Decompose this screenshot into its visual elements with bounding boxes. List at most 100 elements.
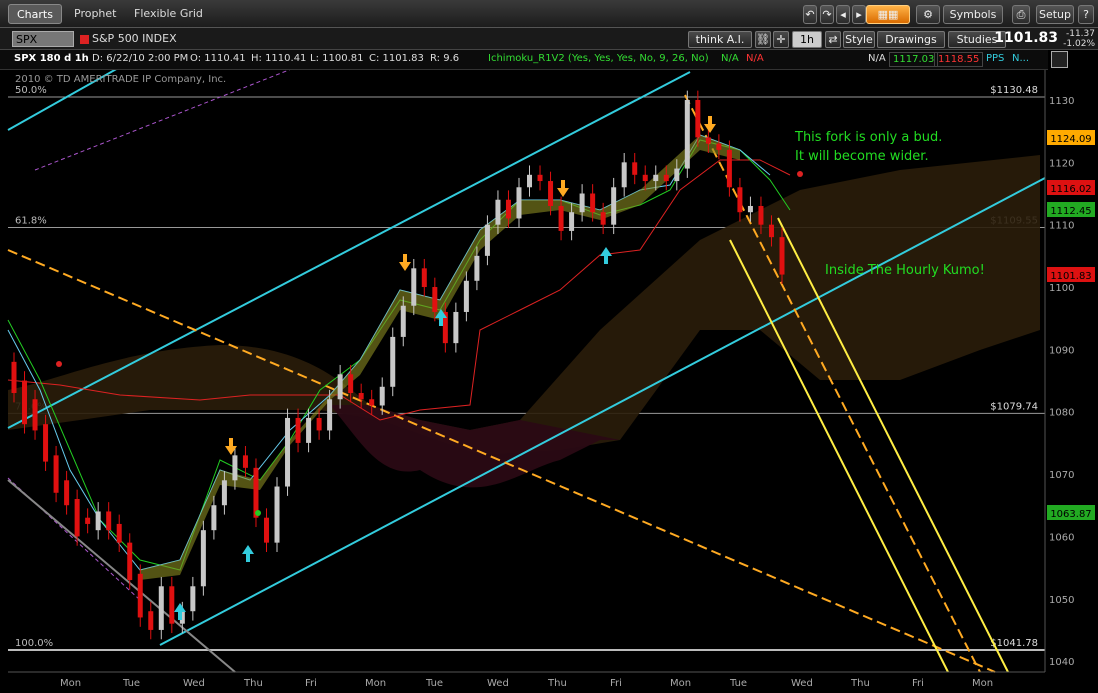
x-tick-label: Wed — [183, 678, 205, 689]
signal-dot — [797, 171, 803, 177]
x-tick-label: Mon — [670, 678, 691, 689]
candle-body — [558, 205, 564, 231]
candle-body — [716, 143, 722, 150]
chart-settings-icon[interactable] — [1051, 51, 1068, 68]
candle-body — [663, 174, 669, 182]
think-ai-button[interactable]: think A.I. — [688, 31, 752, 48]
copyright-text: 2010 © TD AMERITRADE IP Company, Inc. — [15, 74, 227, 85]
channel-line — [159, 177, 1046, 646]
fib-level-label: 61.8% — [15, 215, 47, 226]
candle-body — [579, 193, 585, 213]
candle-body — [43, 424, 49, 462]
fib-price-label: $1041.78 — [990, 638, 1038, 649]
tab-flexible-grid[interactable]: Flexible Grid — [126, 4, 211, 24]
x-tick-label: Tue — [729, 678, 747, 689]
candle-body — [463, 280, 469, 312]
top-tab-bar: Charts Prophet Flexible Grid ↶ ↷ ◂ ▸ ▦▦ … — [0, 0, 1098, 28]
y-tick-label: 1130 — [1049, 96, 1074, 107]
candle-body — [537, 174, 543, 182]
price-chart[interactable]: 50.0%$1130.4861.8%$1109.5578.6%$1079.741… — [0, 0, 1098, 693]
candle-body — [127, 542, 133, 581]
candle-body — [516, 187, 522, 219]
symbols-button[interactable]: Symbols — [943, 5, 1003, 24]
annotation-text: It will become wider. — [795, 149, 929, 164]
forward-arrow-icon[interactable]: ▸ — [852, 5, 866, 24]
candle-body — [316, 417, 322, 431]
bar-range: R: 9.6 — [430, 53, 460, 64]
compare-icon[interactable]: ⇄ — [825, 31, 841, 48]
candle-body — [379, 386, 385, 406]
bar-date: D: 6/22/10 2:00 PM — [92, 53, 189, 64]
annotation-text: This fork is only a bud. — [794, 130, 942, 145]
signal-dot — [255, 510, 261, 516]
candle-body — [726, 149, 732, 188]
back-arrow-icon[interactable]: ◂ — [836, 5, 850, 24]
last-price: 1101.83 — [994, 30, 1058, 46]
undo-icon[interactable]: ↶ — [803, 5, 817, 24]
link-icon[interactable]: ⛓ — [755, 31, 771, 48]
setup-button[interactable]: Setup — [1036, 5, 1074, 24]
tab-charts[interactable]: Charts — [8, 4, 62, 24]
study-value-3: N/A — [868, 53, 886, 64]
candle-body — [600, 212, 606, 225]
candle-body — [495, 199, 501, 225]
candle-body — [242, 455, 248, 468]
candle-body — [705, 137, 711, 144]
sell-arrow-icon — [557, 180, 569, 197]
candle-body — [306, 417, 312, 443]
x-tick-label: Thu — [547, 678, 567, 689]
grid-layout-icon[interactable]: ▦▦ — [866, 5, 910, 24]
tab-prophet[interactable]: Prophet — [66, 4, 125, 24]
x-tick-label: Fri — [610, 678, 622, 689]
buy-arrow-icon — [600, 247, 612, 264]
change-percent: -1.02% — [1063, 39, 1095, 49]
candle-body — [621, 162, 627, 188]
candle-body — [737, 187, 743, 213]
drawings-button[interactable]: Drawings — [877, 31, 945, 48]
y-tick-label: 1070 — [1049, 470, 1074, 481]
bar-open: O: 1110.41 — [190, 53, 246, 64]
candle-body — [348, 374, 354, 394]
x-tick-label: Tue — [122, 678, 140, 689]
candle-body — [53, 455, 59, 493]
candle-body — [674, 168, 680, 182]
candle-body — [400, 305, 406, 337]
candle-body — [632, 162, 638, 175]
y-tick-label: 1080 — [1049, 408, 1074, 419]
crosshair-icon[interactable]: ✛ — [773, 31, 789, 48]
candle-body — [74, 499, 80, 537]
timeframe-select[interactable]: 1h — [792, 31, 822, 48]
sell-arrow-icon — [704, 116, 716, 133]
study-info-row: SPX 180 d 1h D: 6/22/10 2:00 PM O: 1110.… — [0, 50, 1048, 70]
candle-body — [232, 455, 238, 481]
x-tick-label: Wed — [487, 678, 509, 689]
study-label: Ichimoku_R1V2 (Yes, Yes, Yes, No, 9, 26,… — [488, 53, 709, 64]
redo-icon[interactable]: ↷ — [820, 5, 834, 24]
candle-body — [106, 511, 112, 531]
candle-body — [285, 417, 291, 487]
candle-body — [527, 174, 533, 188]
annotation-text: Inside The Hourly Kumo! — [825, 263, 985, 278]
y-tick-label: 1100 — [1049, 283, 1074, 294]
candle-body — [474, 255, 480, 281]
study-value-5: 1118.55 — [934, 52, 984, 67]
symbol-input[interactable] — [12, 31, 74, 47]
candle-body — [148, 611, 154, 630]
candle-body — [453, 311, 459, 344]
print-icon[interactable]: ⎙ — [1012, 5, 1030, 24]
price-badge-label: 1101.83 — [1050, 271, 1091, 282]
style-button[interactable]: Style — [843, 31, 875, 48]
study-value-4: 1117.03 — [889, 52, 939, 67]
candle-body — [137, 573, 143, 618]
wrench-icon[interactable]: ⚙ — [916, 5, 940, 24]
help-icon[interactable]: ? — [1078, 5, 1094, 24]
symbol-color-icon — [80, 35, 89, 44]
candle-body — [85, 517, 91, 524]
candle-body — [768, 224, 774, 238]
x-tick-label: Fri — [305, 678, 317, 689]
candle-body — [64, 480, 70, 506]
price-badge-label: 1116.02 — [1050, 184, 1091, 195]
fib-level-label: 50.0% — [15, 85, 47, 96]
candle-body — [411, 268, 417, 306]
x-tick-label: Tue — [425, 678, 443, 689]
